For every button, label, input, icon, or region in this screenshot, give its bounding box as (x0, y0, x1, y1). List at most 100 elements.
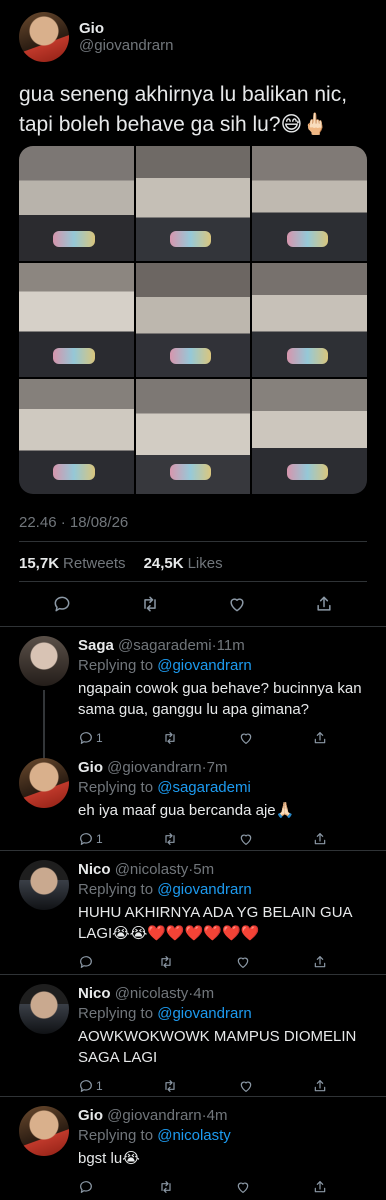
reply-header: Gio @giovandrarn·4m (78, 1106, 378, 1126)
retweet-icon[interactable] (139, 594, 161, 614)
replying-mention[interactable]: @giovandrarn (157, 657, 251, 674)
reply-author-handle[interactable]: @nicolasty (115, 985, 189, 1002)
likes-count[interactable]: 24,5K (144, 555, 184, 572)
main-tweet-header: Gio @giovandrarn (19, 12, 173, 62)
reply-author-handle[interactable]: @giovandrarn (107, 1107, 201, 1124)
tweet-text: gua seneng akhirnya lu balikan nic, tapi… (19, 83, 348, 136)
replying-mention[interactable]: @giovandrarn (157, 881, 251, 898)
media-photo[interactable] (252, 262, 367, 378)
share-icon[interactable] (312, 730, 328, 746)
reply-actions: 1 (78, 831, 328, 847)
likes-label[interactable]: Likes (188, 555, 223, 572)
reply-author-handle[interactable]: @giovandrarn (107, 759, 201, 776)
reply-text: bgst lu😭 (78, 1150, 140, 1167)
replying-to: Replying to @sagarademi (78, 778, 378, 798)
retweets-count[interactable]: 15,7K (19, 555, 59, 572)
reply-icon[interactable] (52, 594, 72, 614)
heart-icon[interactable] (227, 594, 247, 614)
reply-icon[interactable]: 1 (78, 1078, 103, 1094)
divider (0, 850, 386, 851)
share-icon[interactable] (312, 831, 328, 847)
avatar[interactable] (19, 984, 69, 1034)
reply-time[interactable]: 4m (207, 1107, 228, 1124)
reply-author-name[interactable]: Nico (78, 985, 111, 1002)
reply-body: Nico @nicolasty·5m Replying to @giovandr… (78, 860, 378, 970)
reply-time[interactable]: 5m (193, 861, 214, 878)
reply-icon[interactable]: 1 (78, 730, 103, 746)
reply-icon[interactable] (78, 954, 96, 970)
retweet-icon[interactable] (161, 831, 179, 847)
reply-author-name[interactable]: Nico (78, 861, 111, 878)
reply-body: Saga @sagarademi·11m Replying to @giovan… (78, 636, 378, 746)
reply-time[interactable]: 11m (217, 637, 245, 654)
author-name[interactable]: Gio (79, 20, 173, 37)
retweet-icon[interactable] (161, 1078, 179, 1094)
reply-header: Gio @giovandrarn·7m (78, 758, 378, 778)
reply-header: Nico @nicolasty·4m (78, 984, 378, 1004)
reply-author-handle[interactable]: @nicolasty (115, 861, 189, 878)
divider (0, 1096, 386, 1097)
reply-text: ngapain cowok gua behave? bucinnya kan s… (78, 680, 362, 718)
media-photo[interactable] (19, 379, 134, 494)
avatar[interactable] (19, 1106, 69, 1156)
reply-header: Nico @nicolasty·5m (78, 860, 378, 880)
tweet-stats: 15,7K Retweets 24,5K Likes (19, 555, 223, 572)
replying-mention[interactable]: @nicolasty (157, 1127, 231, 1144)
replying-to: Replying to @giovandrarn (78, 880, 378, 900)
avatar[interactable] (19, 860, 69, 910)
media-photo[interactable] (19, 262, 134, 378)
replying-mention[interactable]: @sagarademi (157, 779, 251, 796)
reply-actions (78, 954, 328, 970)
reply-text: eh iya maaf gua bercanda aje🙏🏻 (78, 802, 295, 819)
reply-icon[interactable]: 1 (78, 831, 103, 847)
retweet-icon[interactable] (157, 954, 175, 970)
tweet-timestamp[interactable]: 22.46 · 18/08/26 (19, 514, 128, 531)
avatar[interactable] (19, 12, 69, 62)
replying-prefix: Replying to (78, 657, 158, 674)
divider (0, 626, 386, 627)
media-photo[interactable] (252, 379, 367, 494)
reply-author-name[interactable]: Saga (78, 637, 114, 654)
reply-time[interactable]: 4m (193, 985, 214, 1002)
retweets-label[interactable]: Retweets (63, 555, 126, 572)
reply-time[interactable]: 7m (207, 759, 228, 776)
share-icon[interactable] (312, 1078, 328, 1094)
reply-icon[interactable] (78, 1179, 96, 1195)
media-photo[interactable] (135, 262, 251, 378)
reply-count: 1 (96, 832, 103, 846)
tweet-media-grid[interactable] (19, 146, 367, 494)
media-photo[interactable] (135, 379, 251, 494)
media-photo[interactable] (135, 146, 251, 261)
reply-author-name[interactable]: Gio (78, 759, 103, 776)
media-photo[interactable] (19, 146, 134, 261)
media-photo[interactable] (252, 146, 367, 261)
heart-icon[interactable] (235, 954, 251, 970)
reply-count: 1 (96, 1079, 103, 1093)
avatar[interactable] (19, 636, 69, 686)
avatar[interactable] (19, 758, 69, 808)
reply-text: HUHU AKHIRNYA ADA YG BELAIN GUA LAGI😭😭❤️… (78, 904, 352, 942)
replying-to: Replying to @giovandrarn (78, 656, 378, 676)
replying-prefix: Replying to (78, 1005, 158, 1022)
reply-author-name[interactable]: Gio (78, 1107, 103, 1124)
heart-icon[interactable] (238, 730, 254, 746)
retweet-icon[interactable] (157, 1179, 175, 1195)
divider (19, 541, 367, 542)
divider (19, 581, 367, 582)
reply-author-handle[interactable]: @sagarademi (118, 637, 212, 654)
replying-mention[interactable]: @giovandrarn (157, 1005, 251, 1022)
share-icon[interactable] (312, 954, 328, 970)
share-icon[interactable] (312, 1179, 328, 1195)
main-tweet-author: Gio @giovandrarn (79, 20, 173, 54)
retweet-icon[interactable] (161, 730, 179, 746)
share-icon[interactable] (314, 594, 334, 614)
heart-icon[interactable] (235, 1179, 251, 1195)
heart-icon[interactable] (238, 1078, 254, 1094)
author-handle[interactable]: @giovandrarn (79, 37, 173, 54)
reply-count: 1 (96, 731, 103, 745)
reply-text: AOWKWOKWOWK MAMPUS DIOMELIN SAGA LAGI (78, 1028, 357, 1066)
thread-line (43, 690, 45, 760)
replying-prefix: Replying to (78, 881, 158, 898)
tweet-detail-screen: Gio @giovandrarn gua seneng akhirnya lu … (0, 0, 386, 1200)
heart-icon[interactable] (238, 831, 254, 847)
